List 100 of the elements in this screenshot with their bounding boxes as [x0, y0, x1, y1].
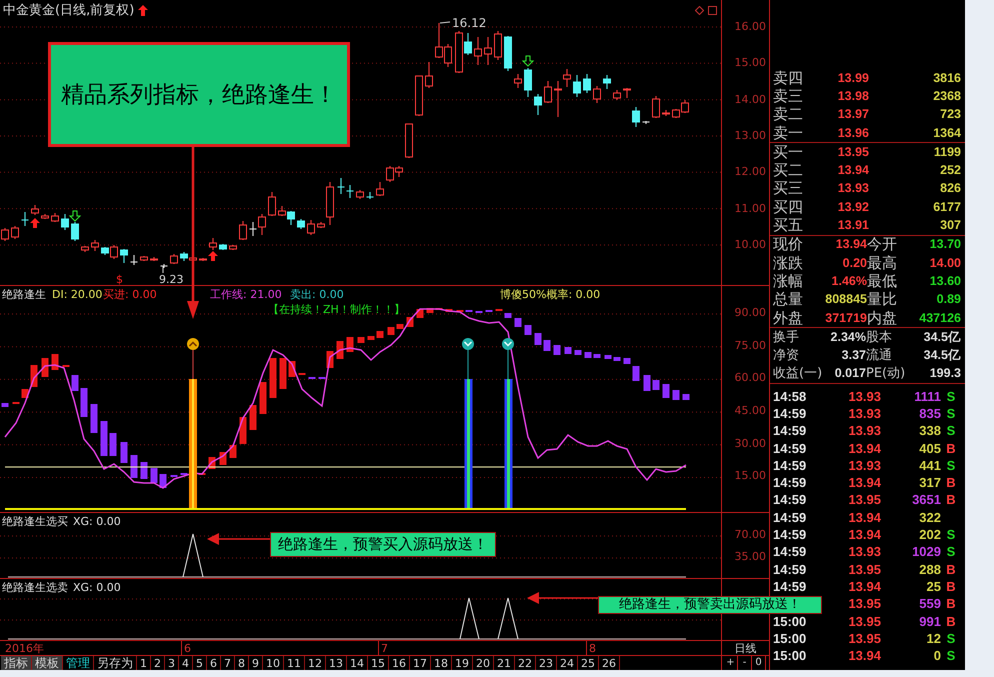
page-tab[interactable]: 16	[389, 656, 410, 670]
toolbar-tab[interactable]: 指标	[1, 656, 32, 670]
page-tab[interactable]: 5	[193, 656, 207, 670]
diamond-icon[interactable]	[695, 6, 704, 15]
quote-value: 34.5亿	[924, 330, 961, 345]
legend-text: DI: 20.00	[52, 288, 103, 301]
trade-price: 13.94	[848, 649, 881, 664]
page-tab[interactable]: 6	[207, 656, 221, 670]
quote-label: 涨跌	[773, 254, 804, 272]
page-tab[interactable]: 2	[151, 656, 165, 670]
trade-volume: 3651	[912, 493, 941, 508]
trade-side: S	[946, 632, 956, 646]
trade-volume: 288	[919, 562, 941, 577]
order-level-label: 卖三	[773, 88, 804, 105]
quote-value: 13.70	[930, 237, 961, 252]
legend-text: 卖出: 0.00	[290, 288, 345, 301]
trade-time: 14:59	[773, 562, 808, 577]
page-tab[interactable]: 12	[305, 656, 326, 670]
page-tab[interactable]: 19	[452, 656, 473, 670]
quote-label: 内盘	[867, 310, 898, 326]
page-tab[interactable]: 7	[221, 656, 235, 670]
order-volume: 252	[940, 163, 961, 178]
trade-volume: 559	[919, 597, 941, 612]
page-tab[interactable]: 14	[347, 656, 368, 670]
order-volume: 826	[940, 181, 961, 196]
order-price: 13.99	[838, 70, 869, 86]
quote-label: 净资	[773, 347, 800, 364]
leader-line	[440, 22, 450, 24]
toolbar-tab[interactable]: 模板	[32, 656, 63, 670]
trade-time: 14:59	[773, 510, 808, 525]
trade-side: S	[946, 649, 956, 664]
trade-time: 14:59	[773, 442, 808, 456]
date-axis-label: 6	[184, 642, 191, 654]
legend-text: 绝路逢生	[2, 288, 47, 301]
trade-price: 13.93	[848, 458, 881, 473]
quote-value: 3.37	[842, 348, 866, 364]
zoom-button[interactable]: -	[738, 656, 752, 670]
page-tab[interactable]: 15	[368, 656, 389, 670]
page-tab[interactable]: 13	[326, 656, 347, 670]
page-tab[interactable]: 11	[284, 656, 305, 670]
page-tab[interactable]: 3	[165, 656, 179, 670]
page-tab[interactable]: 1	[137, 656, 151, 670]
order-volume: 3816	[933, 70, 961, 86]
page-tab[interactable]: 8	[235, 656, 249, 670]
page-tab[interactable]: 21	[494, 656, 515, 670]
trade-volume: 25	[926, 580, 941, 594]
signal-spike	[460, 598, 480, 640]
axis-label: 10.00	[734, 238, 766, 252]
trade-side: S	[946, 424, 956, 438]
trade-volume: 0	[934, 649, 941, 664]
page-tab[interactable]: 17	[410, 656, 431, 670]
quote-value: 0.20	[842, 256, 867, 271]
trade-side: S	[946, 390, 956, 404]
axis-label: 12.00	[734, 165, 766, 180]
trade-time: 14:59	[773, 406, 808, 421]
quote-value: 34.5亿	[924, 348, 961, 364]
page-tab[interactable]: 22	[515, 656, 536, 670]
trade-side: B	[946, 597, 956, 612]
order-level-label: 买二	[773, 162, 804, 180]
page-tab[interactable]: 24	[557, 656, 578, 670]
toolbar-tab[interactable]: 管理	[63, 656, 94, 670]
callout-box: 绝路逢生，预警卖出源码放送！	[598, 596, 822, 614]
trade-time: 14:59	[773, 476, 808, 490]
page-tab[interactable]: 18	[431, 656, 452, 670]
pane-title: 绝路逢生选卖	[2, 581, 68, 594]
pane-title: 绝路逢生选买	[2, 515, 68, 528]
axis-label: 11.00	[734, 202, 766, 216]
toolbar-tab[interactable]: 另存为	[94, 656, 137, 670]
page-tab[interactable]: 20	[473, 656, 494, 670]
order-price: 13.96	[838, 126, 869, 141]
quote-value: 808845	[825, 292, 867, 308]
trade-volume: 12	[926, 632, 941, 646]
zoom-button[interactable]: 0	[752, 656, 766, 670]
square-icon[interactable]	[708, 6, 717, 15]
quote-value: 437126	[919, 310, 961, 326]
order-volume: 6177	[933, 200, 961, 215]
page-tab[interactable]: 4	[179, 656, 193, 670]
trade-time: 15:00	[773, 649, 808, 664]
order-level-label: 卖四	[773, 70, 804, 87]
trade-time: 15:00	[773, 632, 808, 646]
page-tab[interactable]: 9	[249, 656, 263, 670]
stock-title: 中金黄金(日线,前复权)	[3, 3, 134, 18]
quote-label: 现价	[773, 236, 804, 254]
page-tab[interactable]: 10	[263, 656, 284, 670]
page-tab[interactable]: 26	[599, 656, 620, 670]
trade-time: 15:00	[773, 614, 808, 629]
quote-label: 股本	[866, 328, 893, 346]
order-volume: 307	[940, 218, 961, 234]
quote-value: 13.94	[836, 237, 867, 252]
axis-label: 75.00	[734, 338, 766, 353]
trade-volume: 991	[919, 614, 941, 629]
axis-label: 90.00	[734, 306, 766, 320]
page-tab[interactable]: 23	[536, 656, 557, 670]
order-volume: 723	[940, 107, 961, 122]
zoom-button[interactable]: +	[724, 656, 738, 670]
order-volume: 1199	[934, 144, 961, 160]
trade-volume: 835	[919, 406, 941, 421]
page-tab[interactable]: 25	[578, 656, 599, 670]
axis-label: 60.00	[734, 371, 766, 386]
order-price: 13.95	[838, 144, 869, 160]
